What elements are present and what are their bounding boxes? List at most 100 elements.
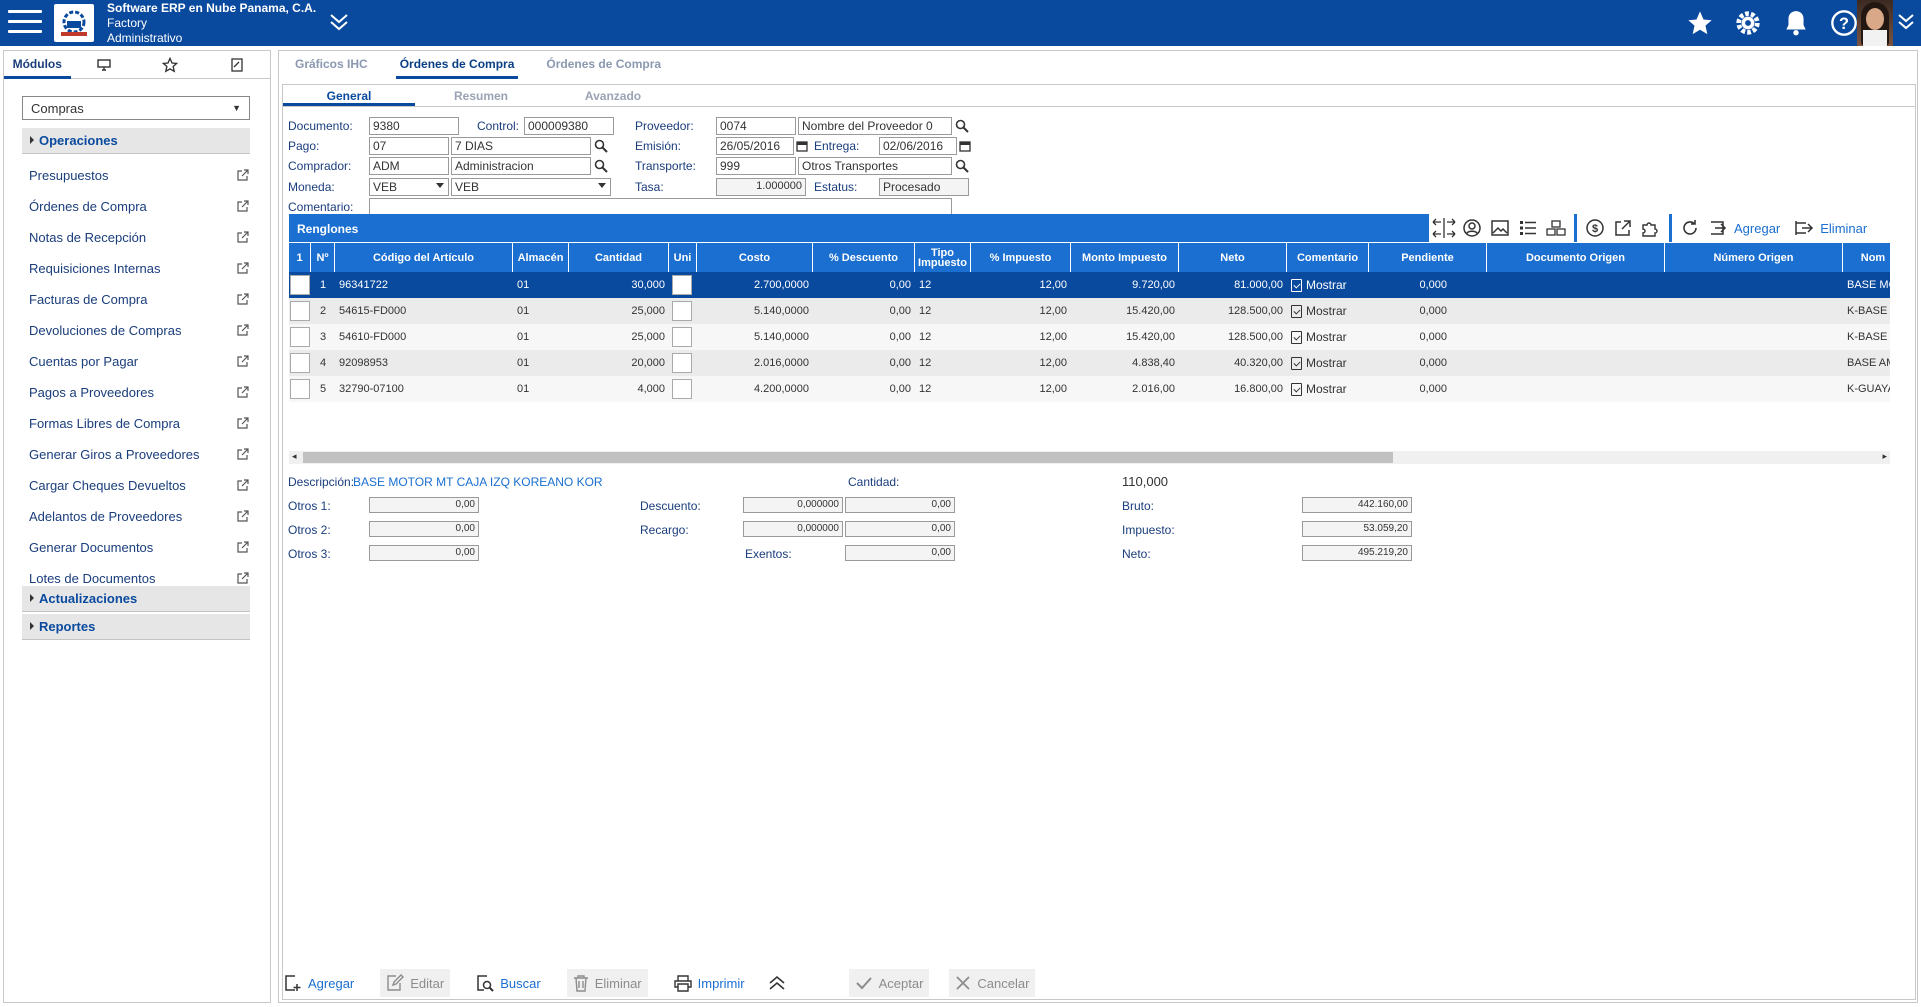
row-comentario[interactable]: Mostrar [1287,298,1369,324]
gear-icon[interactable] [1731,6,1765,40]
double-chevron-up-icon[interactable] [761,969,799,997]
otros3-field[interactable]: 0,00 [369,545,479,561]
row-checkbox[interactable] [289,350,311,376]
row-comentario[interactable]: Mostrar [1287,350,1369,376]
image-icon[interactable] [1486,215,1514,241]
monitor-icon[interactable] [71,51,138,79]
refresh-icon[interactable] [1676,215,1704,241]
tab-graficos-ihc[interactable]: Gráficos IHC [291,51,372,79]
avatar[interactable] [1857,0,1893,46]
row-comentario-text[interactable]: Mostrar [1306,304,1347,318]
emision-field[interactable]: 26/05/2016 [716,137,794,155]
menu-item-adelantos[interactable]: Adelantos de Proveedores [29,505,249,527]
col-costo[interactable]: Costo [697,243,813,272]
col-neto[interactable]: Neto [1179,243,1287,272]
menu-item-generar-documentos[interactable]: Generar Documentos [29,536,249,558]
documento-field[interactable]: 9380 [369,117,459,135]
transporte-code-field[interactable]: 999 [716,157,796,175]
table-row[interactable]: 1 96341722 01 30,000 2.700,0000 0,00 12 12,00 9.… [289,272,1890,298]
row-select-checkbox[interactable] [290,301,310,321]
row-comentario[interactable]: Mostrar [1287,376,1369,402]
row-select-checkbox[interactable] [290,327,310,347]
menu-item-formas-libres[interactable]: Formas Libres de Compra [29,412,249,434]
resize-columns-icon[interactable] [1430,215,1458,241]
unit-box[interactable] [672,379,692,399]
unit-box[interactable] [672,327,692,347]
row-checkbox[interactable] [289,272,311,298]
bell-icon[interactable] [1779,6,1813,40]
moneda-name-select[interactable]: VEB [451,178,611,196]
subtab-general[interactable]: General [283,85,415,106]
search-icon[interactable] [594,139,608,153]
col-cantidad[interactable]: Cantidad [569,243,669,272]
agregar-button[interactable]: Agregar [278,969,360,997]
module-select[interactable]: Compras ▼ [22,96,250,120]
scroll-right-icon[interactable]: ▸ [1882,451,1887,462]
col-uni[interactable]: Uni [669,243,697,272]
col-tipo-impuesto[interactable]: Tipo Impuesto [915,243,971,272]
comprador-code-field[interactable]: ADM [369,157,449,175]
hamburger-menu-icon[interactable] [8,10,42,36]
chevron-down-icon[interactable] [1897,12,1917,34]
menu-item-presupuestos[interactable]: Presupuestos [29,164,249,186]
col-impuesto[interactable]: % Impuesto [971,243,1071,272]
transporte-name-field[interactable]: Otros Transportes [798,157,952,175]
row-comentario-text[interactable]: Mostrar [1306,278,1347,292]
col-numero-origen[interactable]: Número Origen [1665,243,1843,272]
tasa-field[interactable]: 1.000000 [716,178,806,196]
row-checkbox[interactable] [289,298,311,324]
star-icon[interactable] [1683,6,1717,40]
imprimir-button[interactable]: Imprimir [668,969,751,997]
recargo-pct-field[interactable]: 0,000000 [743,521,843,537]
col-pendiente[interactable]: Pendiente [1369,243,1487,272]
boxes-icon[interactable] [1542,215,1570,241]
proveedor-code-field[interactable]: 0074 [716,117,796,135]
table-row[interactable]: 5 32790-07100 01 4,000 4.200,0000 0,00 12 12,00… [289,376,1890,402]
horizontal-scrollbar[interactable]: ◂ ▸ [289,451,1890,464]
eliminar-button[interactable]: Eliminar [566,969,648,997]
aceptar-button[interactable]: Aceptar [848,969,930,997]
calendar-icon[interactable] [959,140,971,152]
tab-ordenes-compra-active[interactable]: Órdenes de Compra [395,51,519,79]
scroll-thumb[interactable] [303,452,1393,463]
cancelar-button[interactable]: Cancelar [949,969,1036,997]
add-row-icon[interactable] [1704,215,1732,241]
unit-box[interactable] [672,275,692,295]
moneda-code-select[interactable]: VEB [369,178,449,196]
col-descuento[interactable]: % Descuento [813,243,915,272]
col-documento-origen[interactable]: Documento Origen [1487,243,1665,272]
tab-modulos[interactable]: Módulos [4,51,71,79]
menu-item-notas-recepcion[interactable]: Notas de Recepción [29,226,249,248]
section-operaciones[interactable]: Operaciones [22,128,250,154]
menu-item-generar-giros[interactable]: Generar Giros a Proveedores [29,443,249,465]
table-row[interactable]: 2 54615-FD000 01 25,000 5.140,0000 0,00 12 12,0… [289,298,1890,324]
menu-item-cuentas-pagar[interactable]: Cuentas por Pagar [29,350,249,372]
user-circle-icon[interactable] [1458,215,1486,241]
section-actualizaciones[interactable]: Actualizaciones [22,586,250,612]
unit-box[interactable] [672,353,692,373]
grid-add-button[interactable]: Agregar [1734,221,1780,236]
double-chevron-down-icon[interactable] [328,12,352,34]
notes-icon[interactable] [204,51,271,79]
external-link-icon[interactable] [1609,215,1637,241]
col-num[interactable]: Nº [311,243,335,272]
pago-code-field[interactable]: 07 [369,137,449,155]
menu-item-pagos-proveedores[interactable]: Pagos a Proveedores [29,381,249,403]
row-checkbox[interactable] [289,376,311,402]
col-nombre[interactable]: Nom [1843,243,1890,272]
row-comentario-text[interactable]: Mostrar [1306,330,1347,344]
menu-item-devoluciones[interactable]: Devoluciones de Compras [29,319,249,341]
row-select-checkbox[interactable] [290,353,310,373]
dollar-icon[interactable]: $ [1581,215,1609,241]
descuento-pct-field[interactable]: 0,000000 [743,497,843,513]
menu-item-cheques-devueltos[interactable]: Cargar Cheques Devueltos [29,474,249,496]
col-comentario[interactable]: Comentario [1287,243,1369,272]
menu-item-ordenes-compra[interactable]: Órdenes de Compra [29,195,249,217]
row-select-checkbox[interactable] [290,379,310,399]
subtab-avanzado[interactable]: Avanzado [547,85,679,106]
search-icon[interactable] [955,159,969,173]
row-comentario-text[interactable]: Mostrar [1306,382,1347,396]
editar-button[interactable]: Editar [380,969,451,997]
list-icon[interactable] [1514,215,1542,241]
descuento-field[interactable]: 0,00 [845,497,955,513]
